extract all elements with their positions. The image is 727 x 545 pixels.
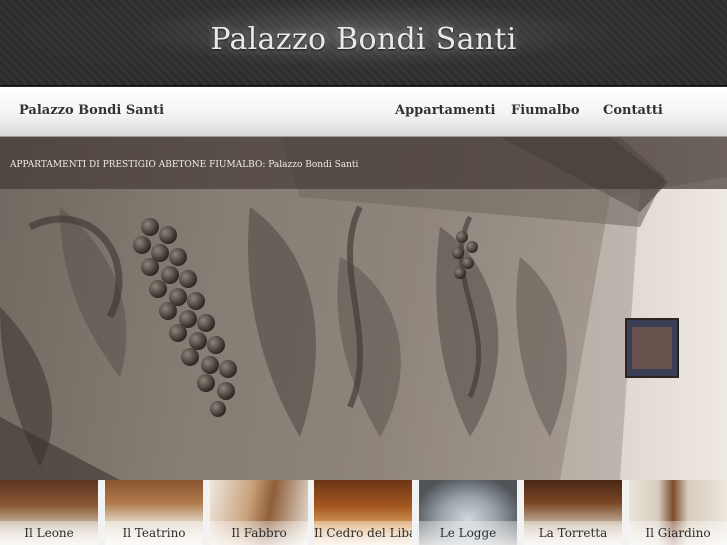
- header-banner: Palazzo Bondi Santi: [0, 0, 727, 86]
- thumb-label: La Torretta: [524, 521, 622, 545]
- hero-caption: APPARTAMENTI DI PRESTIGIO ABETONE FIUMAL…: [10, 160, 359, 170]
- nav-brand-link[interactable]: Palazzo Bondi Santi: [19, 103, 164, 118]
- nav-link-contatti[interactable]: Contatti: [603, 103, 663, 118]
- thumb-il-teatrino[interactable]: Il Teatrino: [105, 480, 203, 545]
- hero-caption-strip: APPARTAMENTI DI PRESTIGIO ABETONE FIUMAL…: [0, 137, 727, 189]
- thumb-label: Il Fabbro: [210, 521, 308, 545]
- thumb-le-logge[interactable]: Le Logge: [419, 480, 517, 545]
- thumb-label: Il Giardino: [629, 521, 727, 545]
- thumb-label: Il Leone: [0, 521, 98, 545]
- apartment-thumbnails: Il Leone Il Teatrino Il Fabbro Il Cedro …: [0, 480, 727, 545]
- site-title: Palazzo Bondi Santi: [210, 22, 517, 57]
- thumb-label: Il Teatrino: [105, 521, 203, 545]
- thumb-il-cedro-del-libano[interactable]: Il Cedro del Libano: [314, 480, 412, 545]
- thumb-il-giardino[interactable]: Il Giardino: [629, 480, 727, 545]
- nav-link-appartamenti[interactable]: Appartamenti: [395, 103, 495, 118]
- thumb-la-torretta[interactable]: La Torretta: [524, 480, 622, 545]
- thumb-label: Le Logge: [419, 521, 517, 545]
- thumb-il-leone[interactable]: Il Leone: [0, 480, 98, 545]
- hero-image: APPARTAMENTI DI PRESTIGIO ABETONE FIUMAL…: [0, 137, 727, 480]
- thumb-il-fabbro[interactable]: Il Fabbro: [210, 480, 308, 545]
- nav-bar: Palazzo Bondi Santi Appartamenti Fiumalb…: [0, 87, 727, 137]
- nav-link-fiumalbo[interactable]: Fiumalbo: [511, 103, 580, 118]
- thumb-label: Il Cedro del Libano: [314, 521, 412, 545]
